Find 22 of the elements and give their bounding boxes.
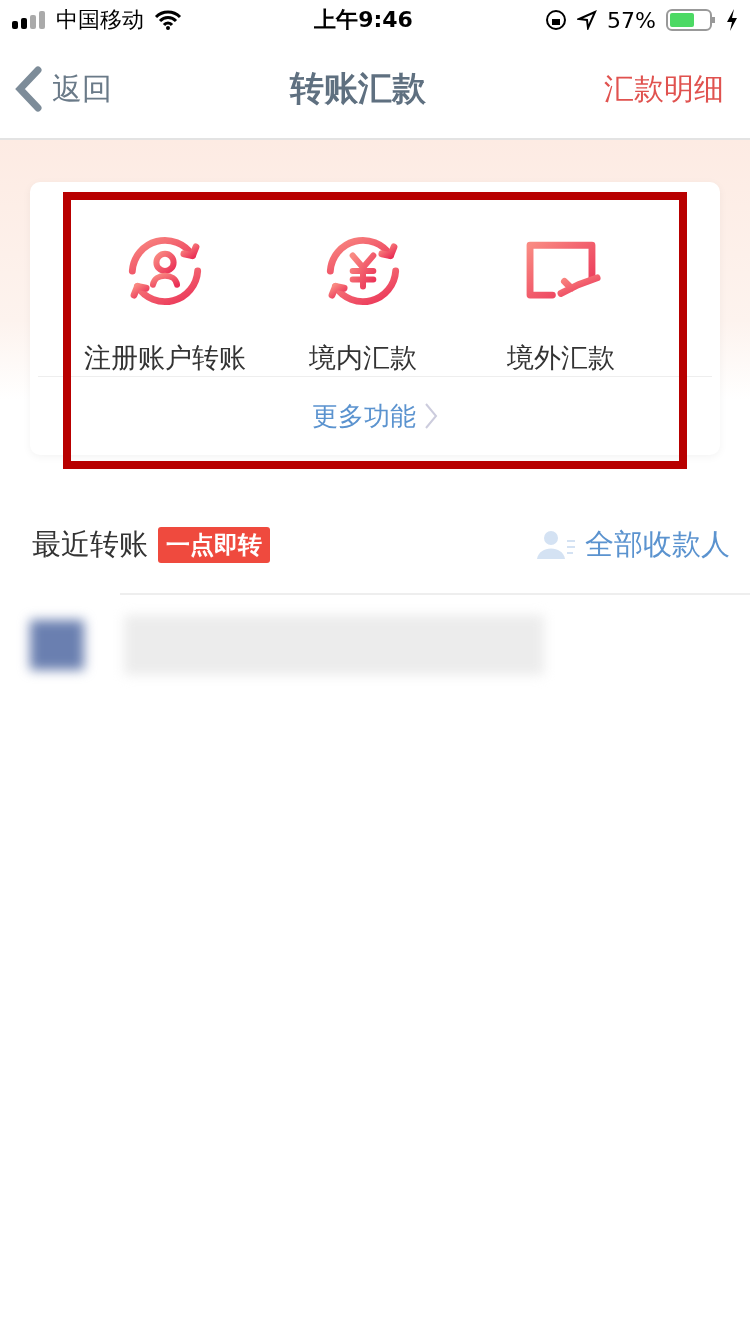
service-item[interactable]: 境内汇款 — [264, 228, 462, 376]
more-functions-link[interactable]: 更多功能 — [30, 377, 720, 455]
chevron-left-icon — [14, 66, 44, 112]
status-time: 上午9:46 — [314, 6, 413, 34]
location-arrow-icon — [577, 10, 598, 30]
remittance-details-link[interactable]: 汇款明细 — [604, 68, 724, 110]
contacts-icon — [537, 529, 577, 561]
battery-percent: 57% — [607, 7, 656, 33]
recent-transfers-title: 最近转账 — [32, 526, 148, 563]
chevron-right-icon — [424, 402, 438, 430]
quick-transfer-badge: 一点即转 — [158, 527, 270, 563]
signal-icon — [12, 11, 46, 29]
wifi-icon — [154, 10, 182, 30]
carrier-name: 中国移动 — [56, 6, 144, 34]
rotation-lock-icon — [545, 9, 568, 31]
page-title: 转账汇款 — [290, 67, 426, 110]
service-item[interactable]: 境外汇款 — [462, 228, 660, 376]
service-item[interactable]: 注册账户转账 — [66, 228, 264, 376]
charging-bolt-icon — [726, 9, 738, 31]
battery-icon — [666, 9, 716, 31]
back-button[interactable]: 返回 — [14, 66, 112, 112]
all-payees-link[interactable]: 全部收款人 — [537, 525, 730, 565]
